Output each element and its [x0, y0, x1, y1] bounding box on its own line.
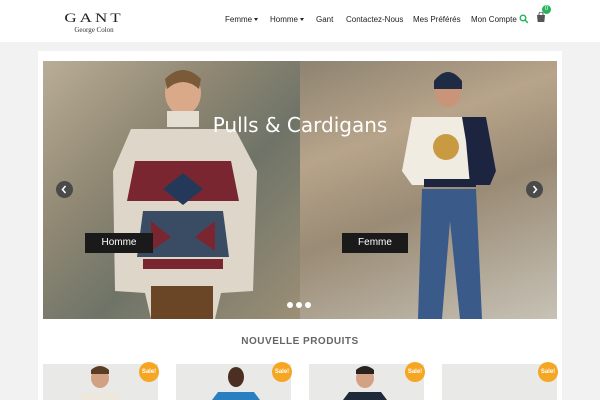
logo-subtitle: George Colon [74, 26, 114, 34]
cart-count-badge: 0 [542, 5, 551, 14]
slider-dot[interactable] [305, 302, 311, 308]
logo-brand: GANT [64, 10, 124, 25]
slider-next-button[interactable] [526, 181, 543, 198]
man-sweater-illustration [113, 70, 257, 319]
chevron-down-icon [254, 18, 259, 22]
homme-button[interactable]: Homme [85, 233, 153, 253]
femme-button[interactable]: Femme [342, 233, 408, 253]
nav-item-favorites[interactable]: Mes Préférés [413, 15, 461, 24]
nav-item-femme[interactable]: Femme [225, 15, 259, 24]
nav-item-account[interactable]: Mon Compte [471, 15, 517, 24]
chevron-down-icon [300, 18, 305, 22]
search-icon[interactable] [519, 14, 529, 24]
woman-sweater-illustration [402, 72, 496, 319]
nav-label: Mon Compte [471, 15, 517, 24]
slider-title: Pulls & Cardigans [212, 113, 388, 137]
slider-dot[interactable] [296, 302, 302, 308]
hero-slider[interactable]: Pulls & Cardigans Homme Femme [43, 61, 557, 319]
sale-badge: Sale! [538, 362, 558, 382]
nav-item-homme[interactable]: Homme [270, 15, 305, 24]
slide-women-image [300, 61, 557, 319]
slide-men-image [43, 61, 300, 319]
sale-badge: Sale! [272, 362, 292, 382]
gant-logo[interactable]: GANT George Colon [52, 11, 136, 34]
slider-dot[interactable] [287, 302, 293, 308]
nav-label: Contactez-Nous [346, 15, 404, 24]
site-header: GANT George Colon Femme Homme Gant Conta… [0, 0, 600, 42]
nav-label: Homme [270, 15, 299, 24]
nav-label: Mes Préférés [413, 15, 461, 24]
chevron-right-icon [532, 185, 538, 194]
nav-item-contact[interactable]: Contactez-Nous [346, 15, 403, 24]
nav-label: Femme [225, 15, 253, 24]
sale-badge: Sale! [405, 362, 425, 382]
sale-badge: Sale! [139, 362, 159, 382]
nav-item-gant[interactable]: Gant [316, 15, 333, 24]
slider-prev-button[interactable] [56, 181, 73, 198]
nav-label: Gant [316, 15, 334, 24]
chevron-left-icon [61, 185, 67, 194]
section-title: NOUVELLE PRODUITS [241, 336, 359, 347]
slider-dots [287, 295, 314, 313]
